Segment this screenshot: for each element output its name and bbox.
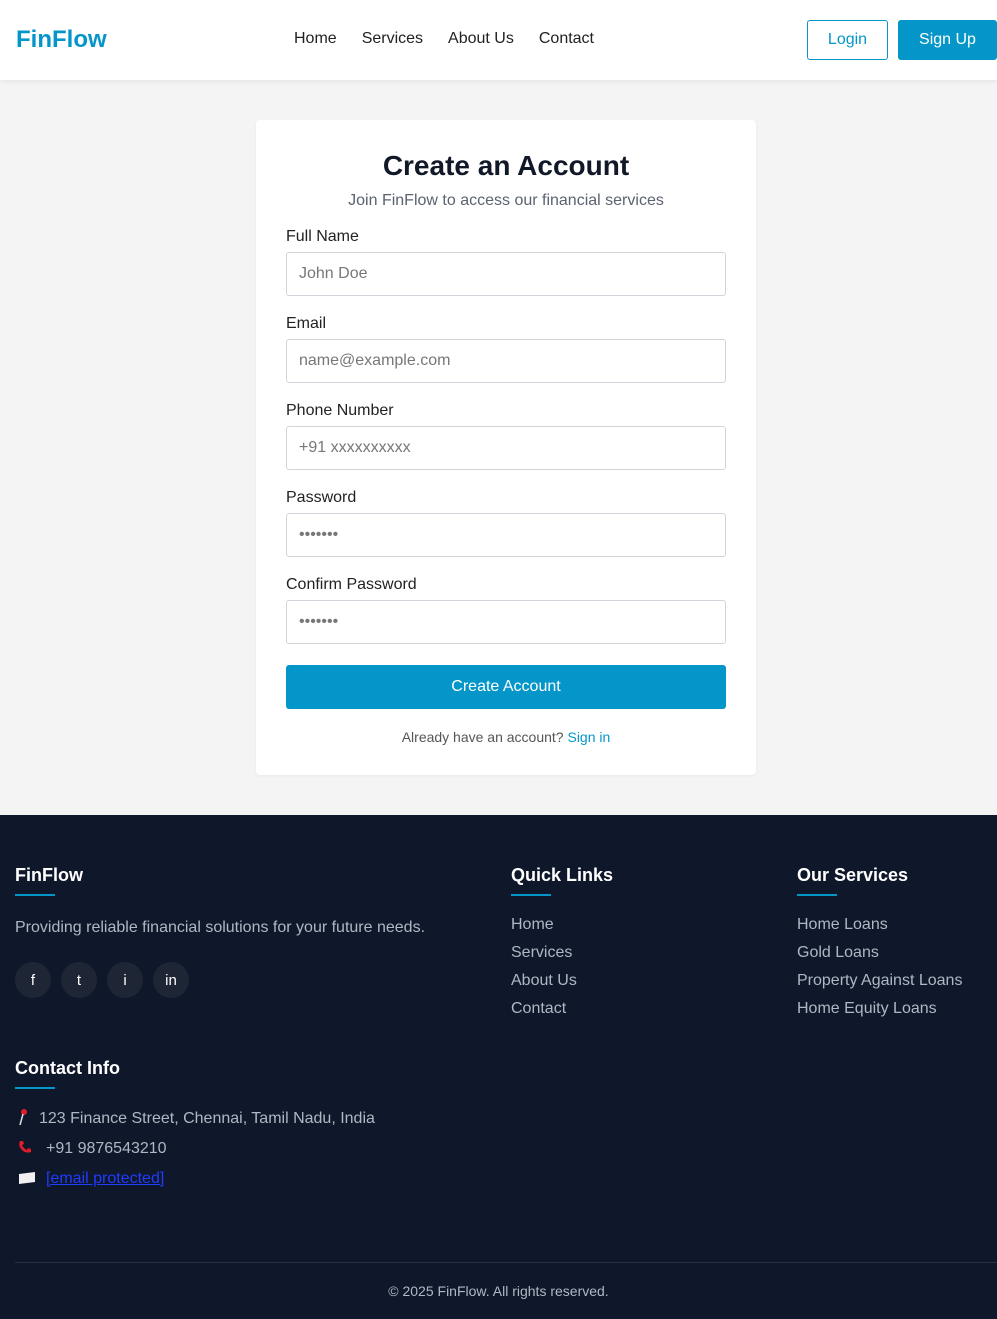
full-name-label: Full Name <box>286 228 359 245</box>
confirm-password-group: Confirm Password <box>286 576 726 644</box>
email-input[interactable] <box>286 339 726 383</box>
signin-link[interactable]: Sign in <box>567 729 610 745</box>
footer-link-contact[interactable]: Contact <box>511 1000 577 1028</box>
password-input[interactable] <box>286 513 726 557</box>
heading-underline <box>511 894 551 896</box>
footer-divider <box>15 1262 997 1263</box>
contact-title: Contact Info <box>15 1058 120 1078</box>
footer-tagline: Providing reliable financial solutions f… <box>15 919 426 936</box>
nav-home[interactable]: Home <box>294 30 337 48</box>
footer-link-home[interactable]: Home <box>511 916 577 944</box>
full-name-group: Full Name <box>286 228 726 296</box>
instagram-icon[interactable]: i <box>107 962 143 998</box>
heading-underline <box>797 894 837 896</box>
main-nav: Home Services About Us Contact <box>294 30 594 48</box>
quick-links-list: Home Services About Us Contact <box>511 916 577 1028</box>
form-subtitle: Join FinFlow to access our financial ser… <box>348 192 664 209</box>
envelope-icon <box>17 1171 46 1188</box>
service-link-home-loans[interactable]: Home Loans <box>797 916 962 944</box>
contact-email: [email protected] <box>17 1170 164 1188</box>
login-button[interactable]: Login <box>807 20 888 60</box>
heading-underline <box>15 894 55 896</box>
service-link-home-equity-loans[interactable]: Home Equity Loans <box>797 1000 962 1028</box>
footer-link-about-us[interactable]: About Us <box>511 972 577 1000</box>
address-text: 123 Finance Street, Chennai, Tamil Nadu,… <box>39 1109 375 1127</box>
phone-icon <box>17 1139 46 1158</box>
linkedin-icon[interactable]: in <box>153 962 189 998</box>
quick-links-title: Quick Links <box>511 865 614 885</box>
create-account-button[interactable]: Create Account <box>286 665 726 709</box>
signin-prompt-text: Already have an account? <box>401 729 564 745</box>
password-label: Password <box>286 489 357 506</box>
services-title: Our Services <box>797 865 909 885</box>
site-footer: FinFlow Providing reliable financial sol… <box>0 815 997 1319</box>
twitter-icon[interactable]: t <box>61 962 97 998</box>
signin-prompt: Already have an account? Sign in <box>256 729 756 745</box>
phone-group: Phone Number <box>286 402 726 470</box>
contact-address: 123 Finance Street, Chennai, Tamil Nadu,… <box>17 1108 375 1129</box>
email-group: Email <box>286 315 726 383</box>
nav-services[interactable]: Services <box>362 30 423 48</box>
contact-phone: +91 9876543210 <box>17 1139 167 1158</box>
social-links: f t i in <box>15 962 189 998</box>
nav-contact[interactable]: Contact <box>539 30 594 48</box>
nav-about-us[interactable]: About Us <box>448 30 514 48</box>
password-group: Password <box>286 489 726 557</box>
full-name-input[interactable] <box>286 252 726 296</box>
email-label: Email <box>286 315 327 332</box>
heading-underline <box>15 1087 55 1089</box>
copyright: © 2025 FinFlow. All rights reserved. <box>388 1283 609 1299</box>
facebook-icon[interactable]: f <box>15 962 51 998</box>
phone-input[interactable] <box>286 426 726 470</box>
footer-brand: FinFlow <box>15 865 83 885</box>
form-title: Create an Account <box>382 150 630 181</box>
phone-label: Phone Number <box>286 402 394 419</box>
email-link[interactable]: [email protected] <box>46 1170 164 1188</box>
confirm-password-input[interactable] <box>286 600 726 644</box>
service-link-property-against-loans[interactable]: Property Against Loans <box>797 972 962 1000</box>
signup-card: Create an Account Join FinFlow to access… <box>256 120 756 775</box>
pin-icon <box>17 1108 39 1129</box>
signup-button[interactable]: Sign Up <box>898 20 997 60</box>
logo[interactable]: FinFlow <box>16 26 107 54</box>
footer-link-services[interactable]: Services <box>511 944 577 972</box>
confirm-password-label: Confirm Password <box>286 576 417 593</box>
site-header: FinFlow Home Services About Us Contact L… <box>0 0 997 80</box>
phone-text: +91 9876543210 <box>46 1139 167 1157</box>
service-link-gold-loans[interactable]: Gold Loans <box>797 944 962 972</box>
services-list: Home Loans Gold Loans Property Against L… <box>797 916 962 1028</box>
